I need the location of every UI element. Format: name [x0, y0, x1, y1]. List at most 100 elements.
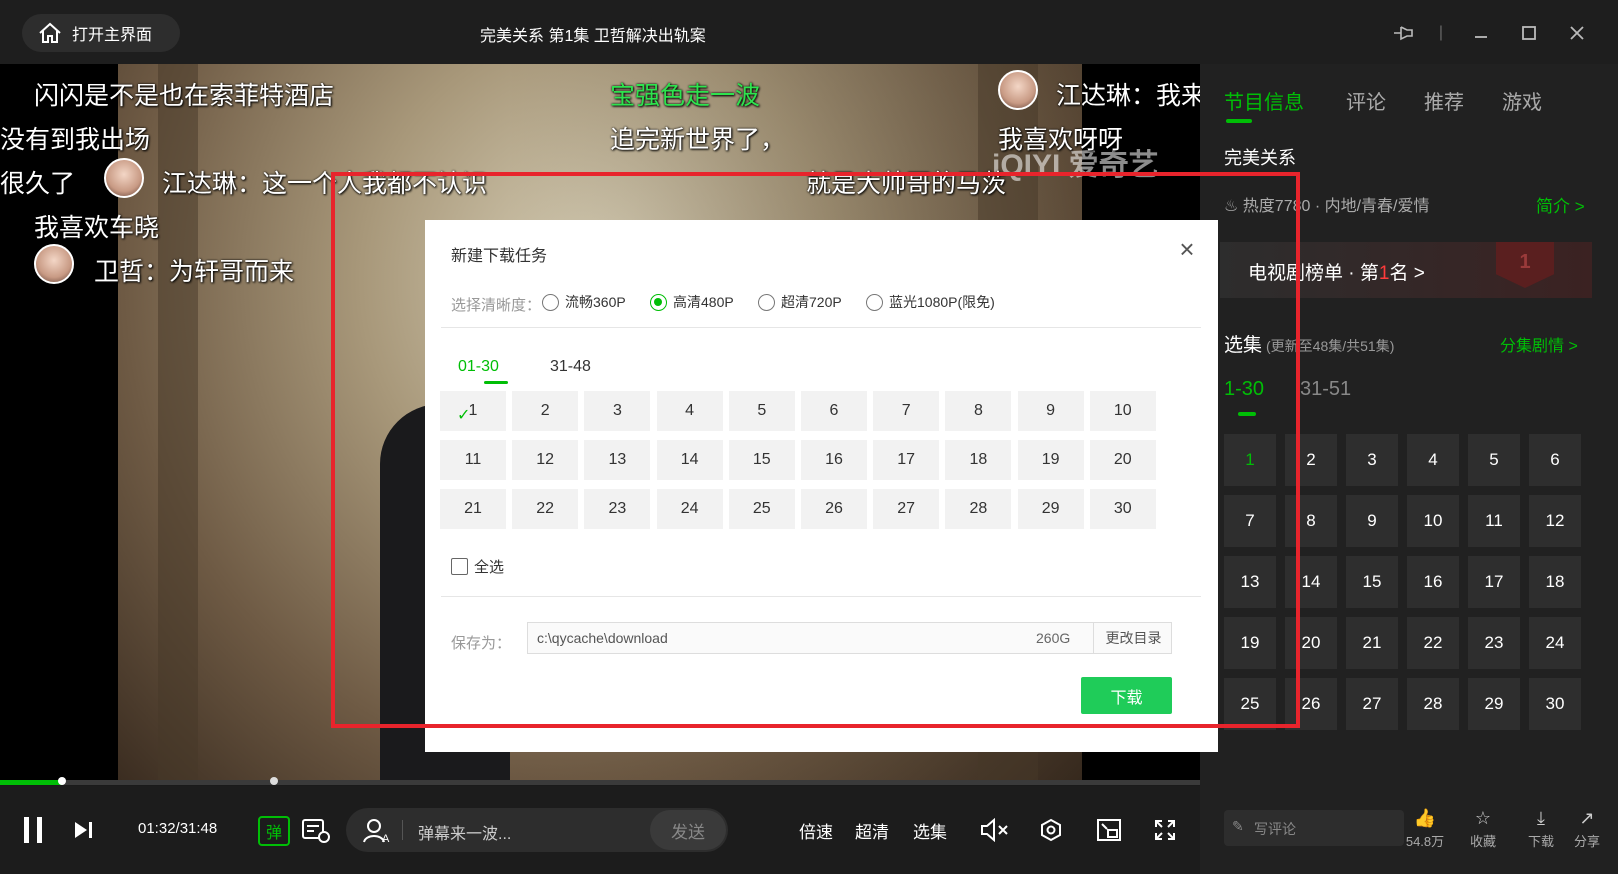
- quality-option-720p[interactable]: 超清720P: [758, 292, 842, 312]
- episode-cell[interactable]: 12: [1529, 495, 1581, 547]
- select-all-checkbox[interactable]: 全选: [451, 556, 504, 577]
- download-episode-cell[interactable]: 19: [1017, 440, 1084, 480]
- download-episode-cell[interactable]: 26: [801, 489, 867, 529]
- share-button[interactable]: ↗ 分享: [1562, 808, 1612, 850]
- danmaku-settings-icon[interactable]: [300, 816, 332, 846]
- download-episode-cell[interactable]: 11: [440, 440, 506, 480]
- episode-cell[interactable]: 22: [1407, 617, 1459, 669]
- episode-cell[interactable]: 14: [1285, 556, 1337, 608]
- episodes-button[interactable]: 选集: [910, 816, 950, 844]
- download-episode-cell[interactable]: 25: [728, 489, 795, 529]
- episode-cell[interactable]: 28: [1407, 678, 1459, 730]
- progress-bar[interactable]: [0, 777, 1200, 785]
- download-episode-cell[interactable]: 16: [801, 440, 867, 480]
- download-episode-cell[interactable]: 6: [801, 391, 867, 431]
- danmaku-input-box[interactable]: A 弹幕来一波... 发送: [346, 808, 728, 852]
- download-episode-cell[interactable]: 1: [440, 391, 506, 431]
- download-episode-cell[interactable]: 9: [1017, 391, 1084, 431]
- minimize-icon[interactable]: [1466, 18, 1496, 48]
- episode-cell[interactable]: 30: [1529, 678, 1581, 730]
- download-episode-cell[interactable]: 29: [1017, 489, 1084, 529]
- tab-comments[interactable]: 评论: [1346, 86, 1386, 115]
- episode-cell[interactable]: 3: [1346, 434, 1398, 486]
- close-icon[interactable]: ×: [1175, 236, 1199, 262]
- quality-option-1080p[interactable]: 蓝光1080P(限免): [866, 292, 995, 312]
- speed-button[interactable]: 倍速: [796, 816, 836, 844]
- episode-cell[interactable]: 29: [1468, 678, 1520, 730]
- settings-icon[interactable]: [1036, 816, 1066, 844]
- mini-mode-icon[interactable]: [1094, 816, 1124, 844]
- like-button[interactable]: 👍 54.8万: [1400, 808, 1450, 850]
- download-episode-cell[interactable]: 14: [656, 440, 723, 480]
- download-episode-cell[interactable]: 7: [873, 391, 940, 431]
- episode-cell[interactable]: 20: [1285, 617, 1337, 669]
- download-episode-cell[interactable]: 2: [512, 391, 579, 431]
- next-episode-icon[interactable]: [72, 816, 96, 844]
- maximize-icon[interactable]: [1514, 18, 1544, 48]
- episode-cell[interactable]: 5: [1468, 434, 1520, 486]
- episode-cell[interactable]: 19: [1224, 617, 1276, 669]
- download-episode-cell[interactable]: 13: [584, 440, 651, 480]
- episode-cell[interactable]: 4: [1407, 434, 1459, 486]
- mute-icon[interactable]: [978, 816, 1012, 844]
- episode-cell[interactable]: 6: [1529, 434, 1581, 486]
- download-episode-cell[interactable]: 12: [512, 440, 579, 480]
- pin-icon[interactable]: [1388, 18, 1418, 48]
- range-tab-1-30[interactable]: 1-30: [1224, 378, 1264, 401]
- download-episode-cell[interactable]: 27: [873, 489, 940, 529]
- episode-cell[interactable]: 9: [1346, 495, 1398, 547]
- episode-cell[interactable]: 17: [1468, 556, 1520, 608]
- range-tab-01-30[interactable]: 01-30: [458, 358, 499, 376]
- range-tab-31-51[interactable]: 31-51: [1300, 378, 1351, 401]
- change-directory-button[interactable]: 更改目录: [1093, 623, 1173, 653]
- episode-cell[interactable]: 7: [1224, 495, 1276, 547]
- danmaku-style-icon[interactable]: A: [362, 816, 392, 844]
- episode-plot-link[interactable]: 分集剧情 >: [1500, 332, 1578, 356]
- tab-games[interactable]: 游戏: [1502, 86, 1542, 115]
- favorite-button[interactable]: ☆ 收藏: [1458, 808, 1508, 850]
- download-episode-cell[interactable]: 24: [656, 489, 723, 529]
- episode-cell[interactable]: 1: [1224, 434, 1276, 486]
- close-icon[interactable]: [1562, 18, 1592, 48]
- episode-cell[interactable]: 24: [1529, 617, 1581, 669]
- download-episode-cell[interactable]: 30: [1089, 489, 1156, 529]
- episode-cell[interactable]: 18: [1529, 556, 1581, 608]
- save-path-field[interactable]: c:\qycache\download 260G 更改目录: [527, 622, 1172, 654]
- episode-cell[interactable]: 16: [1407, 556, 1459, 608]
- download-episode-cell[interactable]: 5: [728, 391, 795, 431]
- range-tab-31-48[interactable]: 31-48: [550, 358, 591, 376]
- tab-program-info[interactable]: 节目信息: [1224, 86, 1304, 115]
- download-episode-cell[interactable]: 23: [584, 489, 651, 529]
- episode-cell[interactable]: 25: [1224, 678, 1276, 730]
- episode-cell[interactable]: 15: [1346, 556, 1398, 608]
- fullscreen-icon[interactable]: [1150, 816, 1180, 844]
- download-episode-cell[interactable]: 28: [945, 489, 1012, 529]
- download-episode-cell[interactable]: 15: [728, 440, 795, 480]
- open-home-button[interactable]: 打开主界面: [22, 14, 180, 52]
- download-episode-cell[interactable]: 20: [1089, 440, 1156, 480]
- download-episode-cell[interactable]: 8: [945, 391, 1012, 431]
- download-button[interactable]: ⤓ 下载: [1516, 808, 1566, 850]
- download-confirm-button[interactable]: 下载: [1081, 677, 1172, 714]
- tab-recommend[interactable]: 推荐: [1424, 86, 1464, 115]
- intro-link[interactable]: 简介 >: [1536, 192, 1585, 217]
- progress-handle[interactable]: [58, 777, 67, 785]
- download-episode-cell[interactable]: 10: [1089, 391, 1156, 431]
- episode-cell[interactable]: 2: [1285, 434, 1337, 486]
- quality-button[interactable]: 超清: [852, 816, 892, 844]
- episode-cell[interactable]: 10: [1407, 495, 1459, 547]
- danmaku-input[interactable]: 弹幕来一波...: [418, 820, 511, 844]
- danmaku-toggle-button[interactable]: 弹: [258, 816, 290, 846]
- download-episode-cell[interactable]: 21: [440, 489, 506, 529]
- quality-option-480p[interactable]: 高清480P: [650, 292, 734, 312]
- episode-cell[interactable]: 27: [1346, 678, 1398, 730]
- episode-cell[interactable]: 21: [1346, 617, 1398, 669]
- download-episode-cell[interactable]: 3: [584, 391, 651, 431]
- download-episode-cell[interactable]: 22: [512, 489, 579, 529]
- download-episode-cell[interactable]: 18: [945, 440, 1012, 480]
- episode-cell[interactable]: 8: [1285, 495, 1337, 547]
- progress-marker[interactable]: [270, 777, 278, 785]
- download-episode-cell[interactable]: 17: [873, 440, 940, 480]
- rank-banner[interactable]: 电视剧榜单 · 第1名 > 1: [1220, 242, 1592, 298]
- episode-cell[interactable]: 11: [1468, 495, 1520, 547]
